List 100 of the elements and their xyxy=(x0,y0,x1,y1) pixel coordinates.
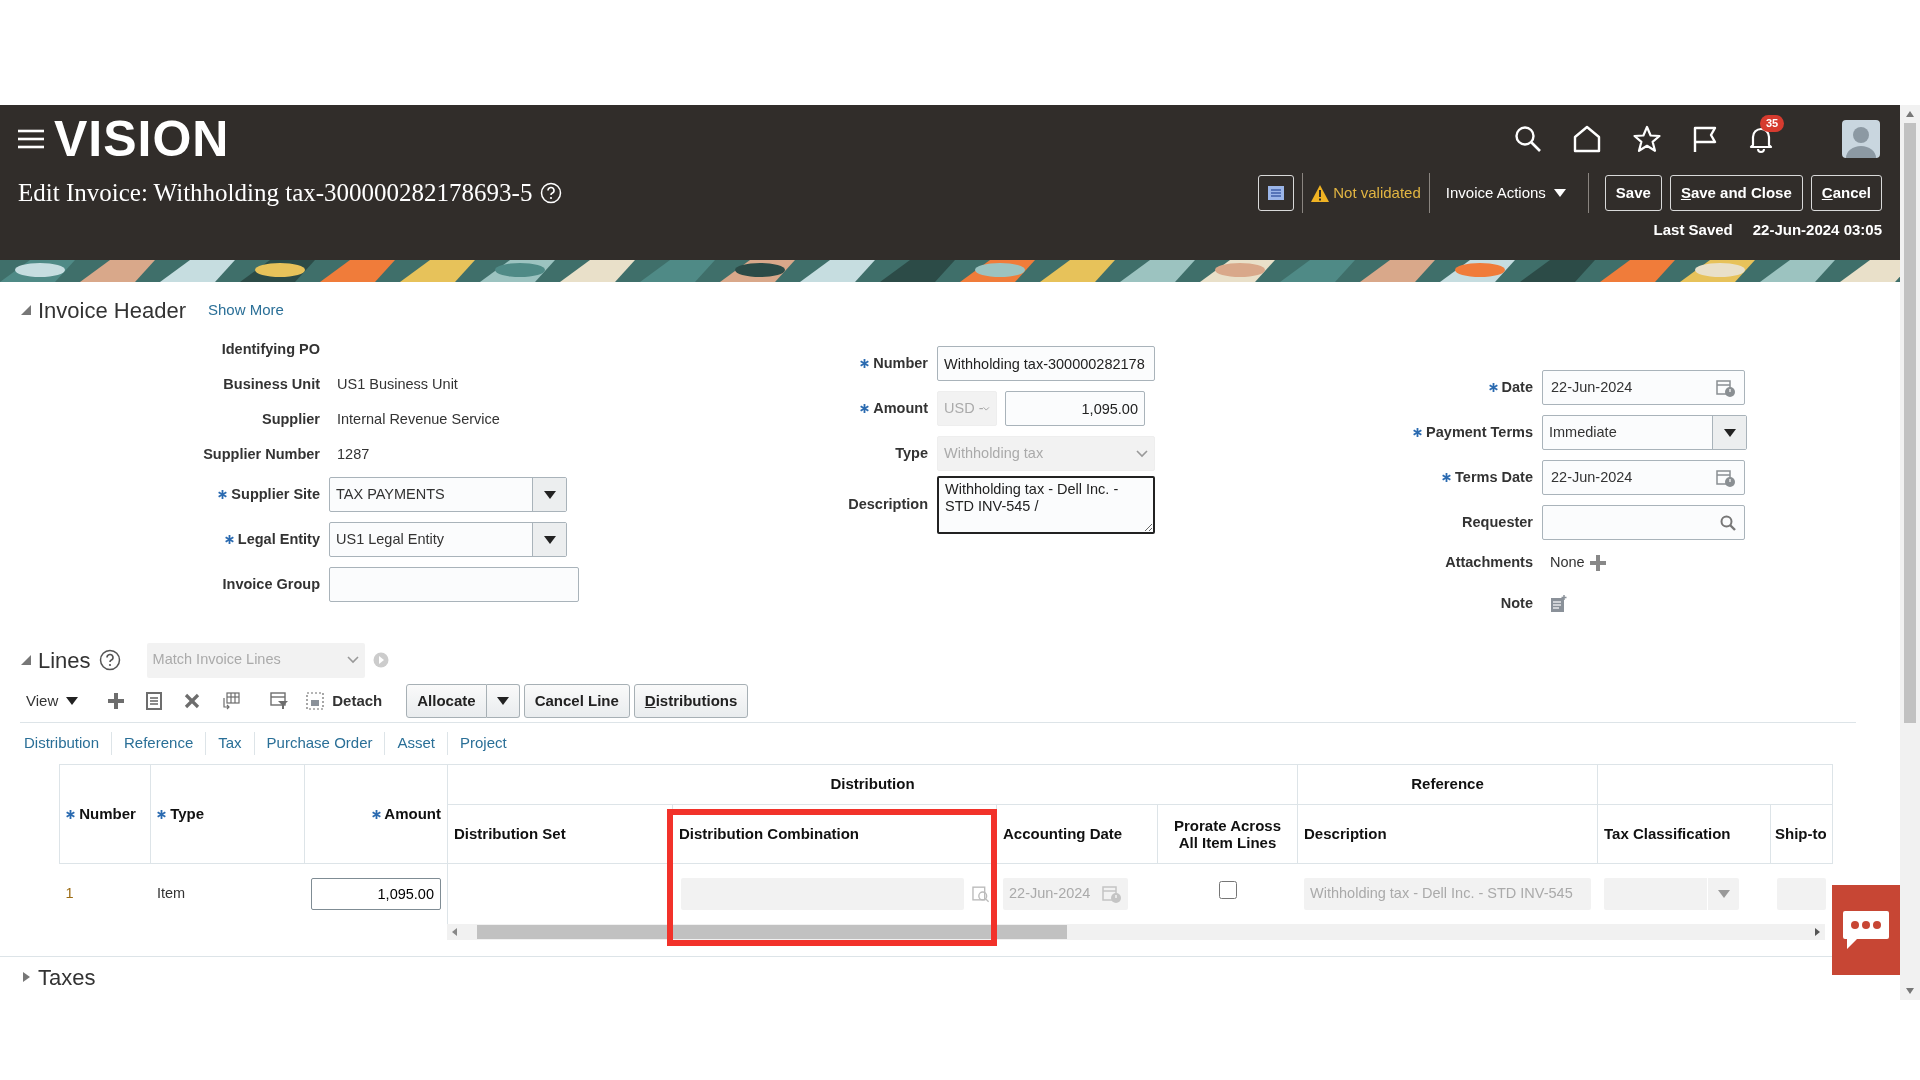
allocate-menu-button[interactable] xyxy=(486,684,520,718)
last-saved-label: Last Saved xyxy=(1653,220,1733,240)
header-button[interactable]: Save xyxy=(1604,175,1662,211)
required-icon xyxy=(66,810,75,820)
column-group-header: Distribution xyxy=(830,775,915,793)
calendar-icon[interactable] xyxy=(1716,377,1736,398)
required-icon xyxy=(371,810,381,820)
field-value: US1 Business Unit xyxy=(337,374,458,394)
notification-badge: 35 xyxy=(1760,115,1785,133)
amount-field[interactable]: 1,095.00 xyxy=(311,877,441,910)
column-header: Type xyxy=(170,804,205,822)
calendar-icon[interactable] xyxy=(1716,467,1736,488)
chat-icon xyxy=(1841,909,1891,951)
add-icon[interactable] xyxy=(108,693,125,709)
show-more-link[interactable]: Show More xyxy=(208,298,284,322)
dropdown[interactable]: TAX PAYMENTS xyxy=(329,477,567,512)
input-field[interactable] xyxy=(329,567,579,602)
caret-icon xyxy=(66,697,79,705)
menu-icon[interactable] xyxy=(18,129,44,149)
star-icon[interactable] xyxy=(1632,125,1662,153)
dropdown[interactable]: Immediate xyxy=(1542,415,1747,450)
column-header: Tax Classification xyxy=(1604,824,1731,842)
field-label: Payment Terms xyxy=(1426,422,1533,442)
required-icon xyxy=(1413,428,1423,437)
column-header: Accounting Date xyxy=(1003,824,1123,842)
view-menu[interactable]: View xyxy=(20,689,85,713)
field-label: Type xyxy=(895,443,928,463)
field-label: Supplier xyxy=(262,409,320,429)
required-icon xyxy=(860,359,870,368)
help-icon[interactable] xyxy=(98,649,121,671)
list-icon xyxy=(1268,186,1285,200)
field-label: Terms Date xyxy=(1455,467,1533,487)
description-field[interactable]: Withholding tax - Dell Inc. - STD INV-545 / xyxy=(937,476,1155,534)
date-field[interactable]: 22-Jun-2024 xyxy=(1542,460,1745,495)
checkbox[interactable] xyxy=(1218,881,1237,900)
column-set-link[interactable]: Project xyxy=(447,732,519,755)
column-set-link[interactable]: Purchase Order xyxy=(253,732,385,755)
expand-icon[interactable] xyxy=(20,971,32,983)
add-icon[interactable] xyxy=(1589,555,1606,571)
scroll-up-icon[interactable] xyxy=(1905,109,1915,119)
invoice-actions-menu[interactable]: Invoice Actions xyxy=(1437,181,1574,205)
filter-icon[interactable] xyxy=(270,692,289,710)
column-header: Amount xyxy=(384,804,441,822)
section-title: Lines xyxy=(38,646,91,675)
column-group-header: Reference xyxy=(1411,775,1484,793)
allocate-button[interactable]: Allocate xyxy=(406,684,487,718)
table-cell: 1 xyxy=(65,884,74,901)
list-button[interactable] xyxy=(1258,175,1295,211)
required-icon xyxy=(218,490,228,499)
column-set-link[interactable]: Tax xyxy=(205,732,254,755)
detach-icon xyxy=(306,692,325,710)
document-icon[interactable] xyxy=(146,692,163,710)
header-button[interactable]: Cancel xyxy=(1810,175,1882,211)
field-value: None xyxy=(1550,553,1585,573)
field-label: Requester xyxy=(1462,512,1533,532)
last-saved-value: 22-Jun-2024 03:05 xyxy=(1752,220,1882,240)
caret-icon xyxy=(1717,889,1730,898)
column-set-link[interactable]: Distribution xyxy=(20,732,112,755)
vertical-scrollbar[interactable] xyxy=(1900,105,1920,1000)
required-icon xyxy=(1488,383,1498,392)
chevron-icon xyxy=(346,656,359,664)
home-icon[interactable] xyxy=(1572,125,1602,153)
table-icon[interactable] xyxy=(222,692,241,710)
collapse-icon[interactable] xyxy=(20,304,32,316)
scroll-down-icon[interactable] xyxy=(1905,986,1915,996)
dropdown[interactable]: US1 Legal Entity xyxy=(329,522,567,557)
scroll-right-icon[interactable] xyxy=(1813,927,1821,936)
logo[interactable]: VISION xyxy=(54,114,230,164)
header-button[interactable]: Save and Close xyxy=(1669,175,1803,211)
field-label: Identifying PO xyxy=(221,339,320,359)
column-set-link[interactable]: Asset xyxy=(384,732,447,755)
note-icon[interactable] xyxy=(1550,594,1568,613)
field-label: Number xyxy=(873,353,928,373)
section-title: Invoice Header xyxy=(38,296,186,325)
collapse-icon[interactable] xyxy=(20,654,32,666)
column-header: Ship-to xyxy=(1775,824,1827,842)
column-header: Description xyxy=(1304,824,1387,842)
search-field[interactable] xyxy=(1542,505,1745,540)
warning-icon xyxy=(1311,184,1330,202)
amount-field[interactable]: 1,095.00 xyxy=(1005,391,1145,426)
date-field[interactable]: 22-Jun-2024 xyxy=(1542,370,1745,405)
horizontal-scrollbar[interactable] xyxy=(447,923,1825,940)
chat-button[interactable] xyxy=(1832,885,1900,975)
caret-icon xyxy=(1723,428,1736,437)
toolbar-button[interactable]: Cancel Line xyxy=(523,684,630,718)
required-icon xyxy=(860,404,870,413)
table-cell: Item xyxy=(157,884,186,901)
bell-icon[interactable] xyxy=(1748,125,1774,153)
input-field[interactable]: Withholding tax-300000282178 xyxy=(937,346,1155,381)
column-set-link[interactable]: Reference xyxy=(111,732,206,755)
required-icon xyxy=(157,810,166,820)
field-label: Invoice Group xyxy=(222,574,320,594)
caret-icon xyxy=(1553,189,1566,197)
scroll-left-icon[interactable] xyxy=(451,927,459,936)
flag-icon[interactable] xyxy=(1692,125,1718,153)
detach-button[interactable]: Detach xyxy=(300,689,389,713)
toolbar-button[interactable]: Distributions xyxy=(633,684,749,718)
x-icon[interactable] xyxy=(184,693,201,709)
chevron-icon xyxy=(983,404,990,413)
search-icon[interactable] xyxy=(1514,125,1542,153)
